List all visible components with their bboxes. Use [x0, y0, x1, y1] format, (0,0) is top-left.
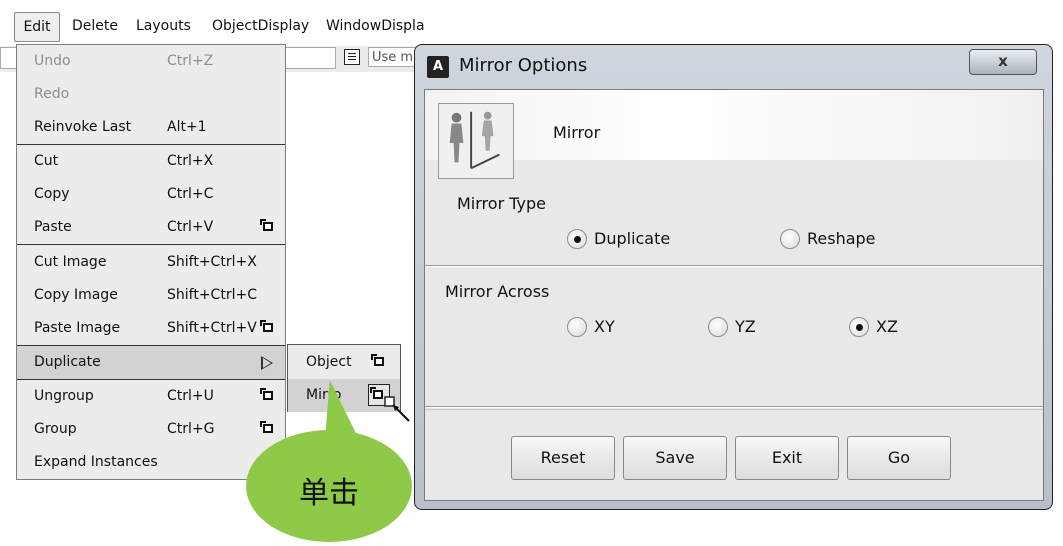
menu-item-label: Reinvoke Last — [34, 119, 132, 135]
menu-item-label: Group — [34, 421, 77, 437]
shortcut: Shift+Ctrl+C — [167, 287, 257, 303]
option-box-icon[interactable] — [260, 421, 273, 433]
mirror-options-dialog: A Mirror Options x Mirror Mirror Type Du… — [414, 44, 1053, 510]
section-divider — [425, 409, 1043, 410]
mirror-across-label: Mirror Across — [445, 282, 550, 301]
menu-item-copy-image[interactable]: Copy Image Shift+Ctrl+C — [17, 279, 285, 312]
menu-item-redo[interactable]: Redo — [17, 78, 285, 111]
exit-button[interactable]: Exit — [735, 436, 839, 480]
menu-item-label: Paste Image — [34, 320, 121, 336]
submenu-item-object[interactable]: Object — [288, 346, 400, 379]
menu-item-label: Redo — [34, 86, 70, 102]
submenu-item-label: Object — [306, 354, 352, 370]
search-input[interactable]: Use m — [368, 47, 420, 67]
option-box-icon[interactable] — [260, 219, 273, 231]
menu-separator — [17, 244, 285, 245]
app-icon: A — [427, 56, 449, 78]
cursor-icon — [384, 396, 410, 422]
radio-label: Duplicate — [594, 229, 671, 248]
radio-xy[interactable]: XY — [567, 316, 627, 338]
radio-label: YZ — [735, 317, 756, 336]
menu-item-ungroup[interactable]: Ungroup Ctrl+U — [17, 380, 285, 413]
option-box-icon — [370, 387, 383, 399]
shortcut: Shift+Ctrl+X — [167, 254, 257, 270]
shortcut: Ctrl+Z — [167, 53, 214, 69]
shortcut: Ctrl+U — [167, 388, 214, 404]
menu-item-label: Copy Image — [34, 287, 118, 303]
mirror-type-label: Mirror Type — [457, 194, 546, 213]
menu-item-duplicate[interactable]: Duplicate — [17, 346, 285, 379]
radio-reshape[interactable]: Reshape — [780, 228, 890, 250]
menu-item-copy[interactable]: Copy Ctrl+C — [17, 178, 285, 211]
menu-item-cut[interactable]: Cut Ctrl+X — [17, 145, 285, 178]
menu-item-label: Paste — [34, 219, 72, 235]
menu-item-label: Undo — [34, 53, 71, 69]
menu-item-undo[interactable]: Undo Ctrl+Z — [17, 45, 285, 78]
menu-item-paste[interactable]: Paste Ctrl+V — [17, 211, 285, 244]
menu-edit[interactable]: Edit — [14, 12, 60, 42]
shortcut: Ctrl+V — [167, 219, 214, 235]
document-icon[interactable] — [344, 49, 360, 65]
section-divider-highlight — [425, 266, 1043, 267]
menu-item-label: Ungroup — [34, 388, 94, 404]
dialog-header — [425, 90, 1043, 160]
callout-text: 单击 — [299, 476, 359, 511]
submenu-arrow-icon — [261, 356, 273, 370]
radio-circle — [708, 317, 728, 337]
radio-label: XZ — [876, 317, 898, 336]
radio-duplicate[interactable]: Duplicate — [567, 228, 677, 250]
dialog-body: Mirror Mirror Type Duplicate Reshape Mir… — [424, 89, 1044, 501]
menu-item-label: Expand Instances — [34, 454, 158, 470]
mirror-figures-icon — [438, 103, 514, 179]
go-button[interactable]: Go — [847, 436, 951, 480]
menu-objectdisplay[interactable]: ObjectDisplay — [212, 11, 309, 41]
menu-windowdisplay[interactable]: WindowDispla — [326, 11, 425, 41]
shortcut: Ctrl+G — [167, 421, 215, 437]
menu-item-expand-instances[interactable]: Expand Instances — [17, 446, 285, 479]
header-title: Mirror — [553, 123, 601, 142]
menu-delete[interactable]: Delete — [72, 11, 118, 41]
radio-label: XY — [594, 317, 615, 336]
radio-circle — [567, 317, 587, 337]
save-button[interactable]: Save — [623, 436, 727, 480]
menu-item-label: Duplicate — [34, 354, 101, 370]
menu-item-group[interactable]: Group Ctrl+G — [17, 413, 285, 446]
menu-item-reinvoke-last[interactable]: Reinvoke Last Alt+1 — [17, 111, 285, 144]
radio-xz[interactable]: XZ — [849, 316, 909, 338]
option-box-icon[interactable] — [260, 320, 273, 332]
radio-circle — [780, 229, 800, 249]
reset-button[interactable]: Reset — [511, 436, 615, 480]
shortcut: Alt+1 — [167, 119, 207, 135]
menu-item-label: Cut Image — [34, 254, 107, 270]
menu-bar: Edit Delete Layouts ObjectDisplay Window… — [0, 0, 425, 46]
option-box-icon[interactable] — [371, 354, 384, 366]
radio-label: Reshape — [807, 229, 876, 248]
radio-circle — [849, 317, 869, 337]
shortcut: Ctrl+X — [167, 153, 214, 169]
option-box-icon[interactable] — [260, 388, 273, 400]
menu-item-label: Copy — [34, 186, 70, 202]
menu-layouts[interactable]: Layouts — [136, 11, 191, 41]
menu-item-cut-image[interactable]: Cut Image Shift+Ctrl+X — [17, 246, 285, 279]
shortcut: Shift+Ctrl+V — [167, 320, 257, 336]
radio-yz[interactable]: YZ — [708, 316, 768, 338]
menu-item-label: Cut — [34, 153, 59, 169]
menu-item-paste-image[interactable]: Paste Image Shift+Ctrl+V — [17, 312, 285, 345]
edit-menu: Undo Ctrl+Z Redo Reinvoke Last Alt+1 Cut… — [16, 44, 286, 480]
shortcut: Ctrl+C — [167, 186, 214, 202]
close-button[interactable]: x — [969, 49, 1037, 75]
radio-circle — [567, 229, 587, 249]
dialog-title: Mirror Options — [459, 55, 588, 76]
section-divider-highlight — [425, 407, 1043, 408]
